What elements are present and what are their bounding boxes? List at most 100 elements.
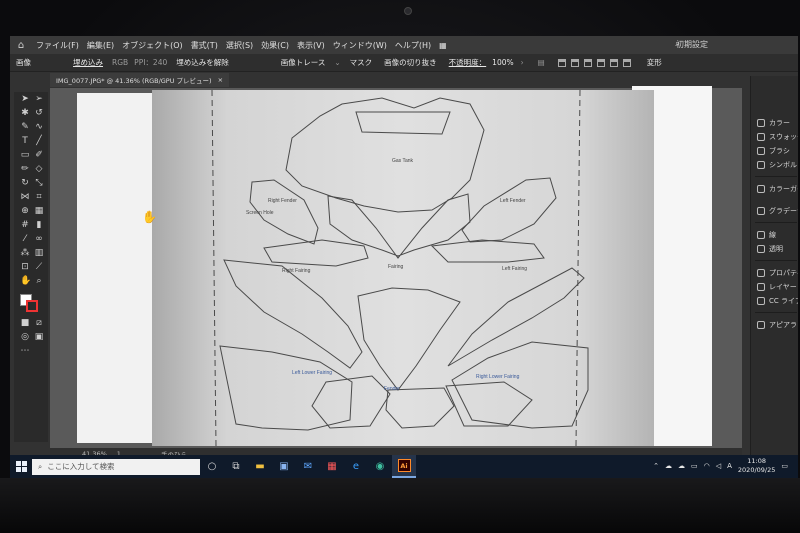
panel-swatches[interactable]: スウォッチ (757, 132, 798, 142)
panel-layers[interactable]: レイヤー (757, 282, 797, 292)
menu-help[interactable]: ヘルプ(H) (391, 40, 435, 51)
edit-toolbar-icon[interactable]: ⋯ (20, 346, 30, 356)
start-button[interactable] (10, 455, 32, 478)
notification-icon[interactable]: ▭ (781, 462, 788, 470)
battery-icon[interactable]: ▭ (691, 462, 698, 470)
panel-properties[interactable]: プロパティ (757, 268, 798, 278)
pen-tool-icon[interactable]: ✎ (20, 122, 30, 132)
ime-indicator[interactable]: A (727, 462, 732, 470)
shape-builder-icon[interactable]: ⊕ (20, 206, 30, 216)
slice-tool-icon[interactable]: ⟋ (34, 262, 44, 272)
menu-view[interactable]: 表示(V) (293, 40, 329, 51)
document-tab[interactable]: IMG_0077.JPG* @ 41.36% (RGB/GPU プレビュー) × (50, 73, 230, 87)
curvature-tool-icon[interactable]: ∿ (34, 122, 44, 132)
width-tool-icon[interactable]: ⋈ (20, 192, 30, 202)
transform-button[interactable]: 変形 (641, 57, 668, 68)
opacity-value[interactable]: 100% (492, 58, 513, 67)
taskbar-search-box[interactable]: ⌕ ここに入力して検索 (32, 458, 200, 475)
menu-type[interactable]: 書式(T) (187, 40, 222, 51)
weather-icon[interactable]: ☁ (665, 462, 672, 470)
canvas-area[interactable]: Gas Tank Right Fender Left Fender Screen… (50, 86, 742, 448)
zoom-tool-icon[interactable]: ⌕ (34, 276, 44, 286)
onedrive-icon[interactable]: ☁ (678, 462, 685, 470)
chevron-down-icon[interactable]: ⌄ (331, 58, 343, 67)
ie-icon[interactable]: e (344, 455, 368, 478)
center-bridge-outline (327, 193, 471, 259)
mesh-tool-icon[interactable]: # (20, 220, 30, 230)
direct-selection-tool-icon[interactable]: ➢ (34, 94, 44, 104)
color-mode-icon[interactable]: ■ (20, 318, 30, 328)
cortana-icon[interactable]: ○ (200, 455, 224, 478)
align-right-icon[interactable] (583, 58, 592, 67)
rotate-tool-icon[interactable]: ↻ (20, 178, 30, 188)
edge-icon[interactable]: ◉ (368, 455, 392, 478)
eraser-tool-icon[interactable]: ◇ (34, 164, 44, 174)
menu-select[interactable]: 選択(S) (222, 40, 257, 51)
menu-edit[interactable]: 編集(E) (83, 40, 118, 51)
panel-color[interactable]: カラー (757, 118, 790, 128)
gradient-tool-icon[interactable]: ▮ (34, 220, 44, 230)
workspace-switcher[interactable]: 初期設定 (676, 39, 708, 50)
selection-tool-icon[interactable]: ➤ (20, 94, 30, 104)
hand-tool-icon[interactable]: ✋ (20, 276, 31, 286)
artboard-tool-icon[interactable]: ⊡ (20, 262, 30, 272)
mail-icon[interactable]: ✉ (296, 455, 320, 478)
network-icon[interactable]: ◠ (704, 462, 710, 470)
blend-tool-icon[interactable]: ∞ (34, 234, 44, 244)
panel-appearance[interactable]: アピアランス (757, 320, 798, 330)
eyedropper-icon[interactable]: ⁄ (20, 234, 30, 244)
reference-point-icon[interactable]: ▤ (535, 58, 548, 67)
scale-tool-icon[interactable]: ⤡ (34, 178, 44, 188)
menu-file[interactable]: ファイル(F) (32, 40, 83, 51)
panel-color-guide[interactable]: カラーガイド (757, 184, 798, 194)
arrange-documents-icon[interactable]: ▦ (435, 41, 451, 50)
panel-symbols[interactable]: シンボル (757, 160, 797, 170)
align-middle-icon[interactable] (609, 58, 618, 67)
align-top-icon[interactable] (596, 58, 605, 67)
stroke-swatch[interactable] (26, 300, 38, 312)
free-transform-icon[interactable]: ⌗ (34, 192, 44, 202)
line-tool-icon[interactable]: ╱ (34, 136, 44, 146)
panel-brushes[interactable]: ブラシ (757, 146, 790, 156)
type-tool-icon[interactable]: T (20, 136, 30, 146)
placed-image[interactable]: Gas Tank Right Fender Left Fender Screen… (152, 90, 654, 446)
volume-icon[interactable]: ◁ (716, 462, 721, 470)
opacity-chevron-icon[interactable]: › (518, 58, 527, 67)
perspective-grid-icon[interactable]: ▦ (34, 206, 44, 216)
panel-cc-libraries[interactable]: CC ライブラリ (757, 296, 798, 306)
shaper-tool-icon[interactable]: ✏ (20, 164, 30, 174)
gift-icon[interactable]: ▦ (320, 455, 344, 478)
none-color-icon[interactable]: ⧄ (34, 318, 44, 328)
menu-window[interactable]: ウィンドウ(W) (329, 40, 391, 51)
crop-image-button[interactable]: 画像の切り抜き (378, 57, 443, 68)
symbol-sprayer-icon[interactable]: ⁂ (20, 248, 30, 258)
draw-mode-icon[interactable]: ◎ (20, 332, 30, 342)
search-icon[interactable]: ⌕ (675, 39, 680, 49)
panel-gradient[interactable]: グラデーション (757, 206, 798, 216)
opacity-label[interactable]: 不透明度： (443, 57, 493, 68)
lasso-tool-icon[interactable]: ↺ (34, 108, 44, 118)
paintbrush-tool-icon[interactable]: ✐ (34, 150, 44, 160)
align-center-icon[interactable] (570, 58, 579, 67)
align-bottom-icon[interactable] (622, 58, 631, 67)
store-icon[interactable]: ▣ (272, 455, 296, 478)
unembed-button[interactable]: 埋め込みを解除 (170, 57, 235, 68)
file-explorer-icon[interactable]: ▬ (248, 455, 272, 478)
graph-tool-icon[interactable]: ▥ (34, 248, 44, 258)
align-left-icon[interactable] (557, 58, 566, 67)
panel-transparency[interactable]: 透明 (757, 244, 783, 254)
illustrator-taskbar-button[interactable]: Ai (392, 455, 416, 478)
mask-button[interactable]: マスク (344, 57, 379, 68)
rectangle-tool-icon[interactable]: ▭ (20, 150, 30, 160)
image-trace-button[interactable]: 画像トレース (275, 57, 332, 68)
menu-object[interactable]: オブジェクト(O) (118, 40, 187, 51)
close-icon[interactable]: × (218, 76, 223, 84)
panel-stroke[interactable]: 線 (757, 230, 776, 240)
menu-effect[interactable]: 効果(C) (257, 40, 293, 51)
clock[interactable]: 11:08 2020/09/25 (738, 457, 775, 475)
task-view-icon[interactable]: ⧉ (224, 455, 248, 478)
home-icon[interactable]: ⌂ (10, 40, 32, 51)
magic-wand-icon[interactable]: ✱ (20, 108, 30, 118)
screen-mode-icon[interactable]: ▣ (34, 332, 44, 342)
show-hidden-icons-icon[interactable]: ⌃ (653, 462, 659, 470)
